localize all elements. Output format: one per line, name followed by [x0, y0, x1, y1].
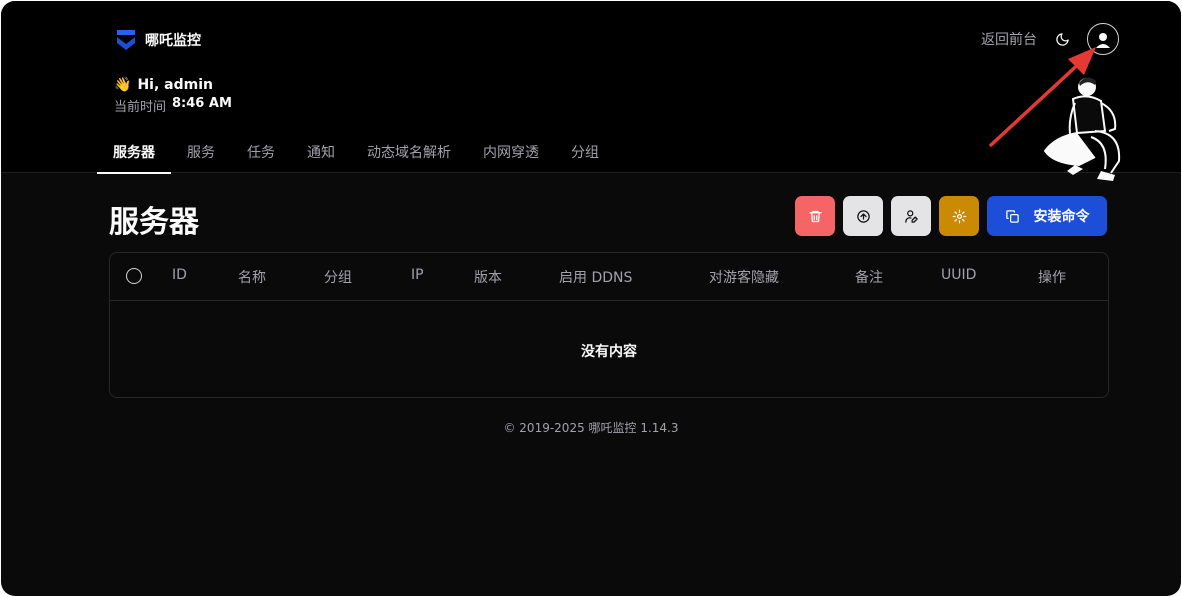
gear-icon — [952, 209, 966, 223]
user-avatar-icon[interactable] — [1087, 23, 1119, 55]
brand[interactable]: 哪吒监控 — [115, 28, 201, 52]
nav-tabs: 服务器 服务 任务 通知 动态域名解析 内网穿透 分组 — [97, 133, 615, 174]
tab-services[interactable]: 服务 — [171, 133, 231, 173]
tab-groups[interactable]: 分组 — [555, 133, 615, 173]
column-header-version[interactable]: 版本 — [474, 267, 502, 287]
column-header-name[interactable]: 名称 — [238, 267, 266, 287]
back-to-frontend-link[interactable]: 返回前台 — [981, 29, 1037, 49]
app-window: 哪吒监控 返回前台 👋 Hi, admin 当前时间 8:46 AM 服务器 服… — [1, 1, 1181, 596]
empty-state: 没有内容 — [581, 344, 637, 360]
greeting-title: 👋 Hi, admin — [114, 77, 232, 93]
column-header-ddns[interactable]: 启用 DDNS — [559, 267, 632, 287]
install-command-button[interactable]: 安装命令 — [987, 196, 1107, 236]
top-header: 哪吒监控 返回前台 👋 Hi, admin 当前时间 8:46 AM 服务器 服… — [1, 1, 1181, 181]
upgrade-button[interactable] — [843, 196, 883, 236]
column-header-uuid[interactable]: UUID — [941, 267, 976, 283]
tab-tasks[interactable]: 任务 — [231, 133, 291, 173]
nezha-logo-icon — [117, 30, 135, 50]
greeting: 👋 Hi, admin 当前时间 8:46 AM — [114, 77, 232, 115]
column-header-id[interactable]: ID — [172, 267, 187, 283]
greeting-text: Hi, admin — [137, 77, 213, 93]
table-header: ID 名称 分组 IP 版本 启用 DDNS 对游客隐藏 备注 UUID 操作 — [110, 253, 1108, 301]
page-title: 服务器 — [109, 205, 199, 240]
current-time: 当前时间 8:46 AM — [114, 96, 232, 115]
delete-button[interactable] — [795, 196, 835, 236]
column-header-group[interactable]: 分组 — [324, 267, 352, 287]
tab-servers[interactable]: 服务器 — [97, 133, 171, 174]
tab-nat[interactable]: 内网穿透 — [467, 133, 555, 173]
moon-icon[interactable] — [1053, 30, 1071, 48]
arrow-up-circle-icon — [856, 209, 870, 223]
footer: © 2019-2025 哪吒监控 1.14.3 — [503, 421, 679, 435]
header-actions: 返回前台 — [981, 23, 1119, 55]
user-pen-icon — [904, 209, 918, 223]
server-table: ID 名称 分组 IP 版本 启用 DDNS 对游客隐藏 备注 UUID 操作 … — [109, 252, 1109, 398]
column-header-ip[interactable]: IP — [411, 267, 424, 283]
settings-button[interactable] — [939, 196, 979, 236]
app-name: 哪吒监控 — [145, 33, 201, 49]
tab-ddns[interactable]: 动态域名解析 — [351, 133, 467, 173]
column-header-note[interactable]: 备注 — [855, 267, 883, 287]
waving-hand-icon: 👋 — [114, 77, 132, 93]
edit-user-button[interactable] — [891, 196, 931, 236]
copy-icon — [1005, 209, 1019, 223]
install-command-label: 安装命令 — [1033, 209, 1090, 225]
tab-notifications[interactable]: 通知 — [291, 133, 351, 173]
trash-icon — [808, 210, 822, 222]
sitting-person-illustration — [1043, 77, 1121, 181]
time-label: 当前时间 — [114, 100, 167, 115]
server-actions: 安装命令 — [795, 196, 1107, 236]
column-header-actions: 操作 — [1038, 270, 1066, 286]
select-all-checkbox[interactable] — [126, 268, 142, 284]
column-header-hide-guest[interactable]: 对游客隐藏 — [709, 267, 779, 287]
time-value: 8:46 AM — [172, 96, 232, 111]
